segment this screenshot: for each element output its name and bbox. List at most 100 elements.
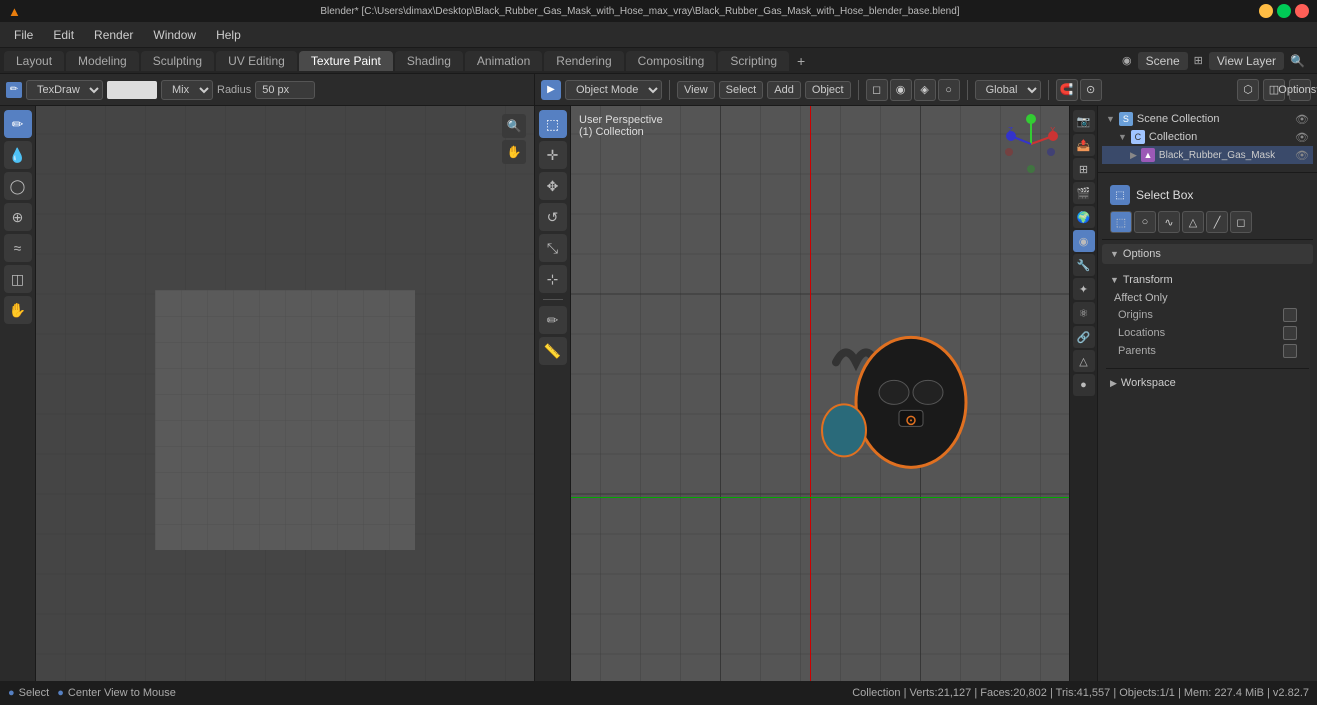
clone-tool-btn[interactable]: ⊕ xyxy=(4,203,32,231)
menu-render[interactable]: Render xyxy=(86,26,141,44)
material-preview-btn[interactable]: ◈ xyxy=(914,79,936,101)
affect-only-section: Affect Only Origins Locations xyxy=(1106,288,1309,362)
tab-modeling[interactable]: Modeling xyxy=(66,51,139,71)
select-face-btn[interactable]: ◻ xyxy=(1230,211,1252,233)
measure-tool-btn[interactable]: 📏 xyxy=(539,337,567,365)
tab-compositing[interactable]: Compositing xyxy=(626,51,717,71)
view-menu-btn[interactable]: View xyxy=(677,81,715,99)
rotate-tool-btn[interactable]: ↺ xyxy=(539,203,567,231)
affect-only-label: Affect Only xyxy=(1114,290,1301,306)
world-props-icon[interactable]: 🌍 xyxy=(1073,206,1095,228)
scene-collection-item[interactable]: ▼ S Scene Collection 👁 xyxy=(1102,110,1313,128)
tool-section: ⬚ Select Box ⬚ ○ ∿ △ ╱ ◻ xyxy=(1102,181,1313,235)
color-preview[interactable] xyxy=(107,81,157,99)
mask-tool-btn[interactable]: ◫ xyxy=(4,265,32,293)
move-tool-btn[interactable]: ✥ xyxy=(539,172,567,200)
physics-props-icon[interactable]: ⚛ xyxy=(1073,302,1095,324)
menu-edit[interactable]: Edit xyxy=(45,26,82,44)
svg-text:Y: Y xyxy=(1028,114,1034,119)
close-btn[interactable] xyxy=(1295,4,1309,18)
snap-btn[interactable]: 🧲 xyxy=(1056,79,1078,101)
modifier-props-icon[interactable]: 🔧 xyxy=(1073,254,1095,276)
wireframe-btn[interactable]: ◻ xyxy=(866,79,888,101)
options-header[interactable]: ▼ Options xyxy=(1102,244,1313,264)
object-item[interactable]: ▶ ▲ Black_Rubber_Gas_Mask 👁 xyxy=(1102,146,1313,164)
constraints-props-icon[interactable]: 🔗 xyxy=(1073,326,1095,348)
view-layer-props-icon[interactable]: ⊞ xyxy=(1073,158,1095,180)
parents-checkbox[interactable] xyxy=(1283,344,1297,358)
scale-tool-btn[interactable]: ⤡ xyxy=(539,234,567,262)
tool-header: ⬚ Select Box xyxy=(1102,181,1313,209)
transform-orientation-selector[interactable]: Global xyxy=(975,80,1041,100)
tab-sculpting[interactable]: Sculpting xyxy=(141,51,214,71)
tab-scripting[interactable]: Scripting xyxy=(718,51,789,71)
workspace-header[interactable]: ▶ Workspace xyxy=(1106,375,1309,391)
object-menu-btn[interactable]: Object xyxy=(805,81,851,99)
overlay-btn[interactable]: ⬡ xyxy=(1237,79,1259,101)
locations-checkbox[interactable] xyxy=(1283,326,1297,340)
render-preview-btn[interactable]: ○ xyxy=(938,79,960,101)
menubar: File Edit Render Window Help xyxy=(0,22,1317,48)
uv-pan-btn[interactable]: ✋ xyxy=(502,140,526,164)
erase-tool-btn[interactable]: ◯ xyxy=(4,172,32,200)
axis-gizmo: X Y Z xyxy=(1001,114,1061,174)
scene-collection-visibility[interactable]: 👁 xyxy=(1295,113,1309,126)
brush-selector[interactable]: TexDraw xyxy=(26,80,103,100)
transform-header[interactable]: ▼ Transform xyxy=(1106,272,1309,288)
blender-logo: ▲ xyxy=(8,4,21,19)
select-edge-btn[interactable]: ╱ xyxy=(1206,211,1228,233)
render-props-icon[interactable]: 📷 xyxy=(1073,110,1095,132)
add-menu-btn[interactable]: Add xyxy=(767,81,801,99)
tab-animation[interactable]: Animation xyxy=(465,51,542,71)
output-props-icon[interactable]: 📤 xyxy=(1073,134,1095,156)
add-workspace-btn[interactable]: + xyxy=(791,51,811,71)
view-layer-selector[interactable]: View Layer xyxy=(1209,52,1284,70)
select-lasso-btn[interactable]: ∿ xyxy=(1158,211,1180,233)
origins-checkbox[interactable] xyxy=(1283,308,1297,322)
tab-rendering[interactable]: Rendering xyxy=(544,51,623,71)
object-props-icon[interactable]: ◉ xyxy=(1073,230,1095,252)
transform-tool-btn[interactable]: ⊹ xyxy=(539,265,567,293)
locations-row: Locations xyxy=(1114,324,1301,342)
tab-layout[interactable]: Layout xyxy=(4,51,64,71)
collection-visibility[interactable]: 👁 xyxy=(1295,131,1309,144)
menu-window[interactable]: Window xyxy=(145,26,204,44)
solid-btn[interactable]: ◉ xyxy=(890,79,912,101)
select-mesh-btn[interactable]: △ xyxy=(1182,211,1204,233)
data-props-icon[interactable]: △ xyxy=(1073,350,1095,372)
menu-file[interactable]: File xyxy=(6,26,41,44)
material-props-icon[interactable]: ● xyxy=(1073,374,1095,396)
fill-tool-btn[interactable]: 💧 xyxy=(4,141,32,169)
scene-props-icon[interactable]: 🎬 xyxy=(1073,182,1095,204)
menu-help[interactable]: Help xyxy=(208,26,249,44)
annotate-tool-btn[interactable]: ✏ xyxy=(539,306,567,334)
proportional-edit-btn[interactable]: ⊙ xyxy=(1080,79,1102,101)
particles-props-icon[interactable]: ✦ xyxy=(1073,278,1095,300)
search-btn[interactable]: 🔍 xyxy=(1290,54,1305,68)
maximize-btn[interactable] xyxy=(1277,4,1291,18)
smear-tool-btn[interactable]: ≈ xyxy=(4,234,32,262)
select-box-tool-btn[interactable]: ⬚ xyxy=(539,110,567,138)
cursor-tool-btn[interactable]: ✛ xyxy=(539,141,567,169)
uv-canvas[interactable]: 🔍 ✋ xyxy=(36,106,534,681)
tab-shading[interactable]: Shading xyxy=(395,51,463,71)
options-btn[interactable]: Options ▾ xyxy=(1289,79,1311,101)
viewport-canvas[interactable]: User Perspective (1) Collection xyxy=(571,106,1069,681)
select-menu-btn[interactable]: Select xyxy=(719,81,764,99)
draw-tool-btn[interactable]: ✏ xyxy=(4,110,32,138)
object-visibility[interactable]: 👁 xyxy=(1295,149,1309,162)
select-rect-btn[interactable]: ⬚ xyxy=(1110,211,1132,233)
blend-mode-selector[interactable]: Mix xyxy=(161,80,213,100)
object-mode-selector[interactable]: Object Mode xyxy=(565,80,662,100)
window-title: Blender* [C:\Users\dimax\Desktop\Black_R… xyxy=(320,6,959,17)
center-view-status: ● Center View to Mouse xyxy=(57,687,176,699)
collection-item[interactable]: ▼ C Collection 👁 xyxy=(1102,128,1313,146)
minimize-btn[interactable] xyxy=(1259,4,1273,18)
grab-tool-btn[interactable]: ✋ xyxy=(4,296,32,324)
scene-selector[interactable]: Scene xyxy=(1138,52,1188,70)
select-circle-btn[interactable]: ○ xyxy=(1134,211,1156,233)
tab-texture-paint[interactable]: Texture Paint xyxy=(299,51,393,71)
radius-input[interactable] xyxy=(255,81,315,99)
tab-uv-editing[interactable]: UV Editing xyxy=(216,51,297,71)
uv-zoom-in-btn[interactable]: 🔍 xyxy=(502,114,526,138)
